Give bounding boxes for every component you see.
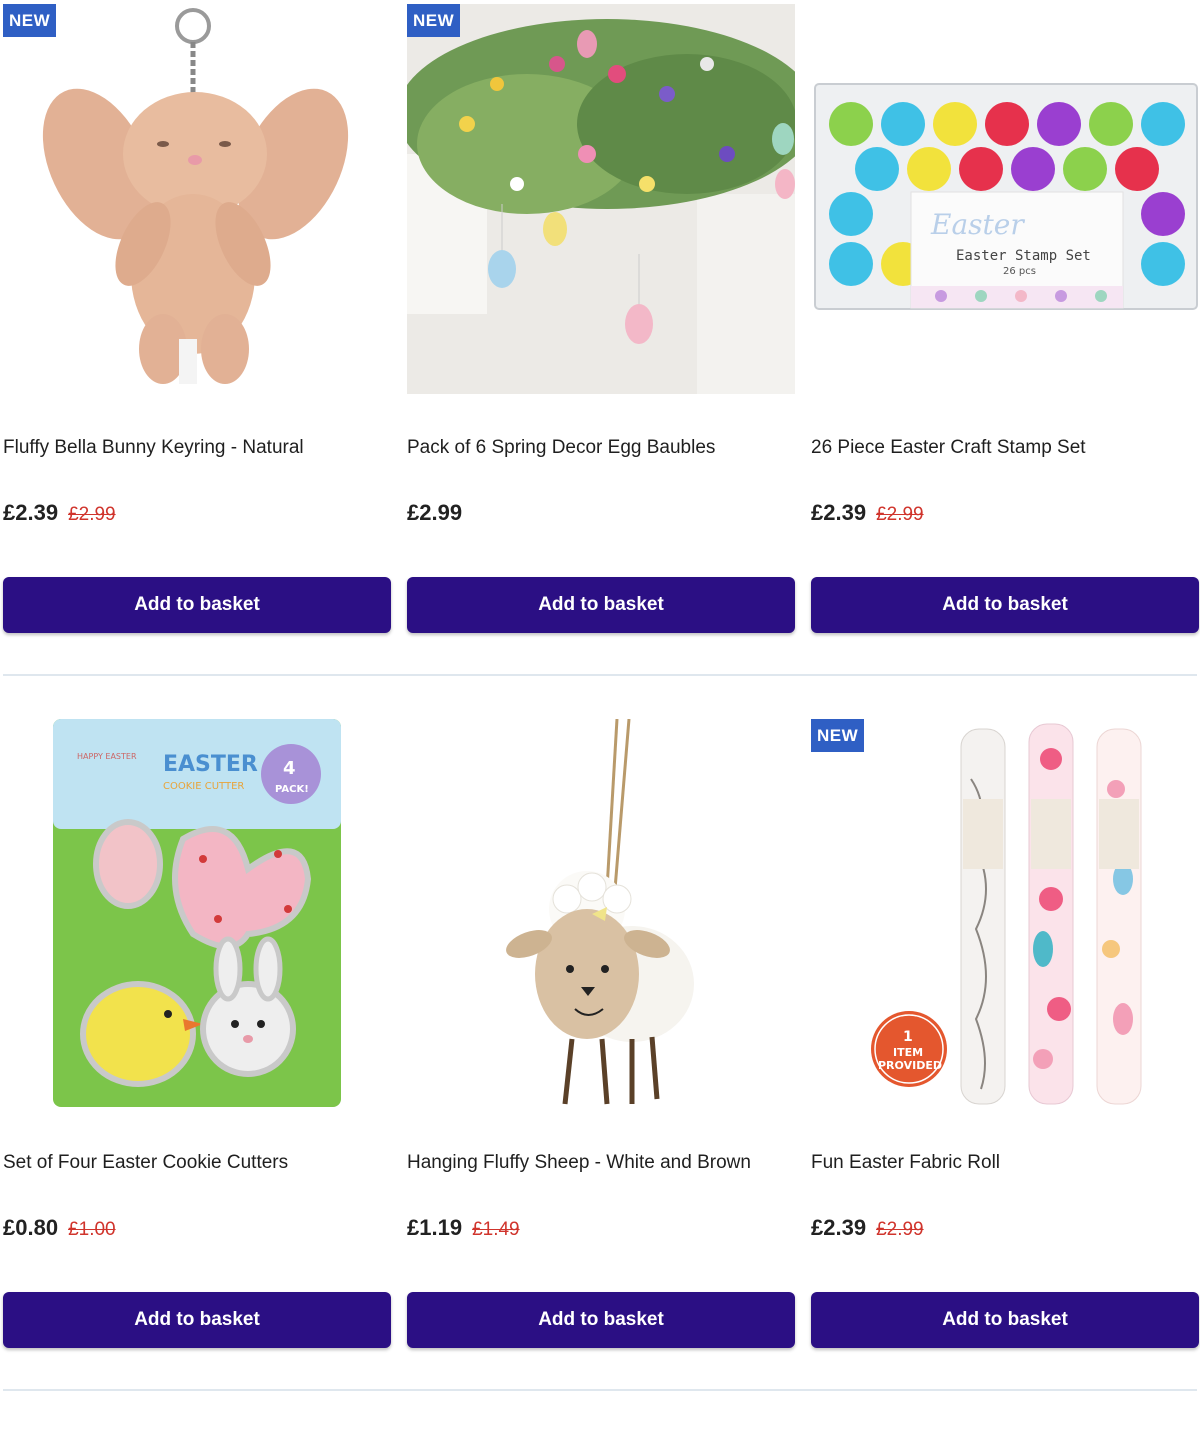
current-price: £2.39: [811, 500, 867, 525]
product-title[interactable]: Pack of 6 Spring Decor Egg Baubles: [407, 436, 795, 460]
row-divider: [3, 1389, 1197, 1391]
fabric-roll-image: 1 ITEM PROVIDED: [871, 723, 1142, 1105]
add-to-basket-button[interactable]: Add to basket: [407, 1292, 795, 1348]
product-image[interactable]: [407, 719, 795, 1109]
price: £2.39 £2.99: [3, 500, 116, 526]
product-image[interactable]: EASTER COOKIE CUTTER HAPPY EASTER 4 PACK…: [3, 719, 391, 1109]
new-badge: NEW: [3, 4, 57, 37]
cookie-pack-badge-num: 4: [283, 758, 296, 779]
price: £2.39 £2.99: [811, 1215, 924, 1241]
stamp-set-image: Easter Easter Stamp Set 26 pcs: [814, 83, 1198, 310]
new-badge: NEW: [407, 4, 461, 37]
current-price: £2.39: [811, 1215, 867, 1240]
product-card: NEW Pack of 6 Spring Decor Egg Baubles £…: [407, 4, 795, 633]
product-row: EASTER COOKIE CUTTER HAPPY EASTER 4 PACK…: [0, 715, 1200, 1430]
add-to-basket-button[interactable]: Add to basket: [3, 1292, 391, 1348]
was-price: £2.99: [876, 504, 924, 525]
product-image[interactable]: Easter Easter Stamp Set 26 pcs: [811, 4, 1199, 394]
current-price: £0.80: [3, 1215, 59, 1240]
new-badge: NEW: [811, 719, 865, 752]
product-title[interactable]: Fun Easter Fabric Roll: [811, 1151, 1199, 1175]
product-image[interactable]: NEW: [3, 4, 391, 394]
product-image[interactable]: NEW: [407, 4, 795, 394]
product-row: NEW Fluffy Bella Bunny Keyring - Natural…: [0, 0, 1200, 715]
was-price: £1.49: [472, 1219, 520, 1240]
add-to-basket-button[interactable]: Add to basket: [3, 577, 391, 633]
hanging-sheep-image: [506, 719, 694, 1105]
price: £0.80 £1.00: [3, 1215, 116, 1241]
egg-baubles-image: [407, 4, 795, 394]
product-grid: NEW Fluffy Bella Bunny Keyring - Natural…: [0, 0, 1200, 1430]
product-card: EASTER COOKIE CUTTER HAPPY EASTER 4 PACK…: [3, 719, 391, 1348]
add-to-basket-button[interactable]: Add to basket: [811, 1292, 1199, 1348]
bunny-keyring-image: [42, 8, 349, 384]
add-to-basket-button[interactable]: Add to basket: [407, 577, 795, 633]
cookie-pack-happy: HAPPY EASTER: [77, 752, 137, 761]
was-price: £1.00: [68, 1219, 116, 1240]
product-card: Hanging Fluffy Sheep - White and Brown £…: [407, 719, 795, 1348]
was-price: £2.99: [876, 1219, 924, 1240]
product-card: NEW 1 ITEM PROVIDED Fun Easter Fabric Ro…: [811, 719, 1199, 1348]
cookie-pack-sub: COOKIE CUTTER: [163, 781, 244, 792]
fabric-sticker-l1: ITEM: [893, 1046, 923, 1059]
product-image[interactable]: NEW 1 ITEM PROVIDED: [811, 719, 1199, 1109]
stamp-box-label: Easter Stamp Set: [956, 248, 1091, 264]
current-price: £2.39: [3, 500, 59, 525]
cookie-cutters-image: EASTER COOKIE CUTTER HAPPY EASTER 4 PACK…: [53, 719, 341, 1107]
row-divider: [3, 674, 1197, 676]
price: £1.19 £1.49: [407, 1215, 520, 1241]
current-price: £1.19: [407, 1215, 463, 1240]
product-title[interactable]: Hanging Fluffy Sheep - White and Brown: [407, 1151, 795, 1175]
product-card: NEW Fluffy Bella Bunny Keyring - Natural…: [3, 4, 391, 633]
add-to-basket-button[interactable]: Add to basket: [811, 577, 1199, 633]
price: £2.99: [407, 500, 462, 526]
cookie-pack-title: EASTER: [163, 752, 258, 777]
product-title[interactable]: Fluffy Bella Bunny Keyring - Natural: [3, 436, 391, 460]
stamp-box-brand: Easter: [930, 208, 1025, 241]
cookie-pack-badge-text: PACK!: [275, 784, 309, 795]
stamp-box-sub: 26 pcs: [1003, 266, 1036, 277]
was-price: £2.99: [68, 504, 116, 525]
current-price: £2.99: [407, 500, 463, 525]
product-card: Easter Easter Stamp Set 26 pcs 26 Piece …: [811, 4, 1199, 633]
product-title[interactable]: 26 Piece Easter Craft Stamp Set: [811, 436, 1199, 460]
product-title[interactable]: Set of Four Easter Cookie Cutters: [3, 1151, 391, 1175]
price: £2.39 £2.99: [811, 500, 924, 526]
fabric-sticker-l2: PROVIDED: [878, 1059, 942, 1072]
fabric-sticker-num: 1: [903, 1029, 913, 1045]
